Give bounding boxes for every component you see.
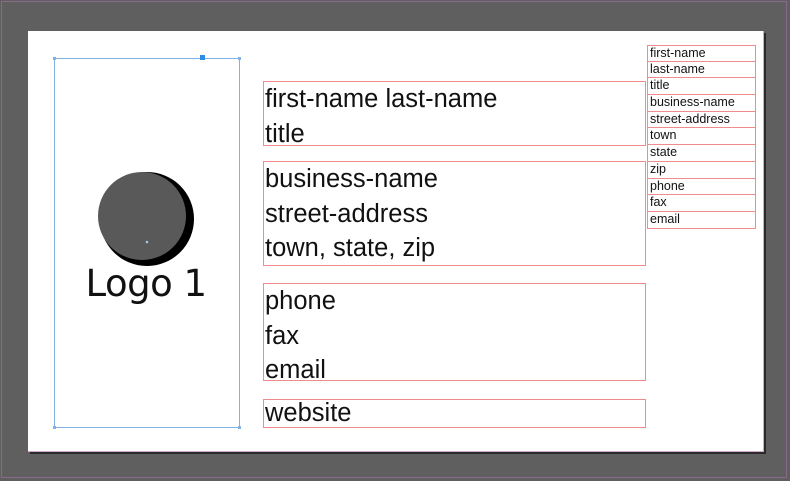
field-business-name[interactable]: business-name: [647, 95, 756, 112]
selection-handle-top[interactable]: [200, 55, 205, 60]
field-state[interactable]: state: [647, 145, 756, 162]
name-title-frame[interactable]: first-name last-name title: [263, 81, 646, 146]
field-phone[interactable]: phone: [647, 178, 756, 196]
field-fax[interactable]: fax: [647, 195, 756, 212]
website-frame[interactable]: website: [263, 399, 646, 428]
field-title[interactable]: title: [647, 78, 756, 96]
field-town[interactable]: town: [647, 128, 756, 146]
field-street-address[interactable]: street-address: [647, 111, 756, 129]
town-state-zip-line: town, state, zip: [265, 234, 436, 262]
field-email[interactable]: email: [647, 211, 756, 229]
selection-corner-top-right[interactable]: [238, 57, 241, 60]
business-address-frame[interactable]: business-name street-address town, state…: [263, 161, 646, 266]
phone-line: phone: [265, 287, 336, 315]
fax-line: fax: [265, 321, 300, 350]
contact-frame[interactable]: phone fax email: [263, 283, 646, 381]
logo-text: Logo 1: [85, 262, 207, 305]
logo-crescent-icon: [98, 172, 194, 266]
field-first-name[interactable]: first-name: [647, 45, 756, 62]
field-last-name[interactable]: last-name: [647, 61, 756, 79]
field-zip[interactable]: zip: [647, 161, 756, 179]
website-line: website: [265, 399, 352, 427]
selection-corner-bottom-right[interactable]: [238, 426, 241, 429]
street-address-line: street-address: [265, 199, 428, 228]
business-name-line: business-name: [265, 165, 438, 193]
title-line: title: [265, 119, 305, 146]
selection-corner-top-left[interactable]: [53, 57, 56, 60]
selection-corner-bottom-left[interactable]: [53, 426, 56, 429]
name-line: first-name last-name: [265, 85, 498, 113]
field-list: first-name last-name title business-name…: [647, 45, 756, 229]
email-line: email: [265, 356, 326, 381]
